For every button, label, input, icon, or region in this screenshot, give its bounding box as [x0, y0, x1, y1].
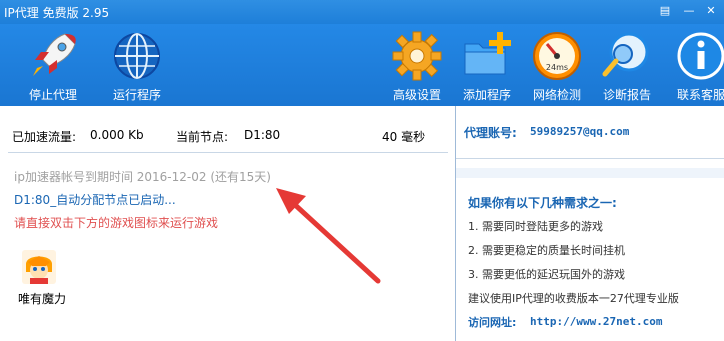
traffic-label: 已加速流量: [12, 130, 77, 144]
advanced-settings-label: 高级设置 [392, 88, 441, 102]
site-label: 访问网址: [468, 316, 517, 329]
diagnostic-report-button[interactable]: 诊断报告 [592, 28, 662, 104]
toolbar: 停止代理 运行程序 高级设置 添加程序 24ms 网络检测 诊断报告 联系客服 [0, 24, 724, 106]
hint-text: 请直接双击下方的游戏图标来运行游戏 [14, 216, 219, 230]
advanced-settings-button[interactable]: 高级设置 [382, 28, 452, 104]
diagnostic-report-label: 诊断报告 [602, 88, 651, 102]
add-program-button[interactable]: 添加程序 [452, 28, 522, 104]
main-panel: 已加速流量: 0.000 Kb 当前节点: D1:80 40 毫秒 ip加速器帐… [0, 106, 455, 341]
latency-value: 40 毫秒 [382, 130, 426, 144]
promo-item: 3. 需要更低的延迟玩国外的游戏 [468, 268, 625, 281]
account-panel: 代理账号: 59989257@qq.com 如果你有以下几种需求之一: 1. 需… [456, 106, 724, 341]
promo-item: 2. 需要更稳定的质量长时间挂机 [468, 244, 625, 257]
stop-proxy-label: 停止代理 [28, 88, 77, 102]
promo-item: 1. 需要同时登陆更多的游戏 [468, 220, 603, 233]
network-test-label: 网络检测 [532, 88, 581, 102]
run-program-button[interactable]: 运行程序 [102, 28, 172, 104]
game-name: 唯有魔力 [18, 292, 67, 306]
divider [8, 152, 448, 153]
stop-proxy-button[interactable]: 停止代理 [18, 28, 88, 104]
gear-icon [392, 31, 442, 81]
section-band [456, 168, 724, 178]
network-test-button[interactable]: 24ms 网络检测 [522, 28, 592, 104]
game-character-icon [22, 250, 56, 284]
contact-support-label: 联系客服 [676, 88, 724, 102]
speed-readout: 24ms [546, 63, 568, 72]
magnifier-icon [602, 32, 649, 77]
rocket-icon [31, 33, 76, 76]
close-button[interactable]: ✕ [702, 3, 720, 19]
title-bar: IP代理 免费版 2.95 ▤ — ✕ [0, 0, 724, 24]
contact-support-button[interactable]: 联系客服 [666, 28, 724, 104]
speedometer-icon: 24ms [533, 32, 581, 80]
minimize-button[interactable]: — [680, 3, 698, 19]
folder-add-icon [464, 32, 511, 75]
game-shortcut[interactable]: 唯有魔力 [14, 250, 84, 310]
node-label: 当前节点: [176, 130, 229, 144]
run-program-label: 运行程序 [112, 88, 161, 102]
promo-heading: 如果你有以下几种需求之一: [468, 196, 617, 210]
app-window: IP代理 免费版 2.95 ▤ — ✕ 停止代理 运行程序 高级设置 添加程序 … [0, 0, 724, 341]
account-label: 代理账号: [464, 126, 517, 140]
account-value: 59989257@qq.com [530, 125, 630, 138]
node-value: D1:80 [244, 128, 281, 142]
globe-icon [114, 33, 160, 79]
recommend-text: 建议使用IP代理的收费版本一27代理专业版 [468, 292, 679, 305]
window-title: IP代理 免费版 2.95 [4, 6, 110, 20]
traffic-value: 0.000 Kb [90, 128, 144, 142]
info-icon [677, 32, 724, 80]
expire-text: ip加速器帐号到期时间 2016-12-02 (还有15天) [14, 170, 271, 184]
add-program-label: 添加程序 [462, 88, 511, 102]
skin-icon[interactable]: ▤ [656, 3, 674, 19]
node-status-text: D1:80_自动分配节点已启动... [14, 193, 176, 207]
site-link[interactable]: http://www.27net.com [530, 315, 662, 328]
divider [456, 158, 724, 159]
